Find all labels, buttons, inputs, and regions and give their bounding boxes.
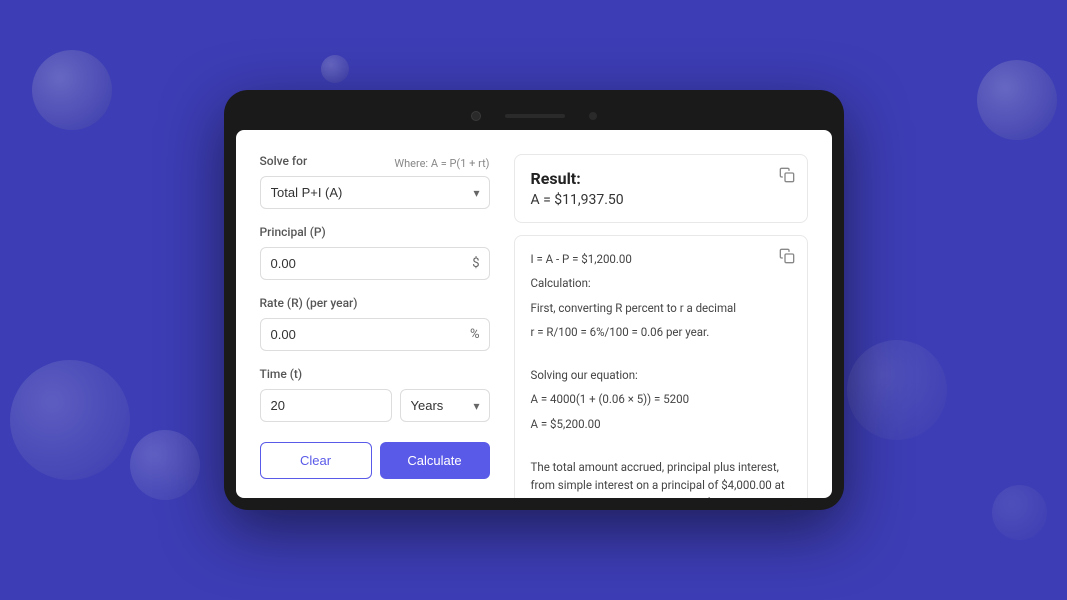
tablet-camera xyxy=(471,111,481,121)
detail-line-3: First, converting R percent to r a decim… xyxy=(531,299,791,317)
rate-label: Rate (R) (per year) xyxy=(260,296,490,310)
tablet-top-bar xyxy=(236,102,832,130)
bg-circle-3 xyxy=(977,60,1057,140)
bg-circle-5 xyxy=(130,430,200,500)
bg-circle-2 xyxy=(321,55,349,83)
left-panel: Solve for Where: A = P(1 + rt) Total P+I… xyxy=(260,154,490,474)
bg-circle-4 xyxy=(10,360,130,480)
detail-line-8: A = $5,200.00 xyxy=(531,415,791,433)
tablet-speaker xyxy=(505,114,565,118)
detail-line-2: Calculation: xyxy=(531,274,791,292)
right-panel: Result: A = $11,937.50 xyxy=(514,154,808,474)
detail-line-4: r = R/100 = 6%/100 = 0.06 per year. xyxy=(531,323,791,341)
result-card: Result: A = $11,937.50 xyxy=(514,154,808,223)
clear-button[interactable]: Clear xyxy=(260,442,372,479)
time-input[interactable] xyxy=(260,389,392,422)
rate-input-wrapper: % xyxy=(260,318,490,351)
result-title: Result: xyxy=(531,169,791,188)
result-value: A = $11,937.50 xyxy=(531,192,791,208)
detail-copy-icon[interactable] xyxy=(777,246,797,266)
bg-circle-6 xyxy=(847,340,947,440)
time-input-row: Years Months ▾ xyxy=(260,389,490,422)
detail-line-10: The total amount accrued, principal plus… xyxy=(531,458,791,498)
detail-line-7: A = 4000(1 + (0.06 × 5)) = 5200 xyxy=(531,390,791,408)
bg-circle-7 xyxy=(992,485,1047,540)
tablet-mic xyxy=(589,112,597,120)
rate-input[interactable] xyxy=(260,318,490,351)
time-label: Time (t) xyxy=(260,367,490,381)
principal-input[interactable] xyxy=(260,247,490,280)
tablet-screen: Solve for Where: A = P(1 + rt) Total P+I… xyxy=(236,130,832,498)
formula-hint: Where: A = P(1 + rt) xyxy=(394,157,489,170)
tablet-frame: Solve for Where: A = P(1 + rt) Total P+I… xyxy=(224,90,844,510)
detail-card: I = A - P = $1,200.00 Calculation: First… xyxy=(514,235,808,498)
principal-group: Principal (P) $ xyxy=(260,225,490,280)
solve-for-select-wrapper: Total P+I (A) Principal (P) Rate (R) Tim… xyxy=(260,176,490,209)
button-row: Clear Calculate xyxy=(260,442,490,479)
detail-line-6: Solving our equation: xyxy=(531,366,791,384)
principal-input-wrapper: $ xyxy=(260,247,490,280)
result-copy-icon[interactable] xyxy=(777,165,797,185)
bg-circle-1 xyxy=(32,50,112,130)
solve-for-select[interactable]: Total P+I (A) Principal (P) Rate (R) Tim… xyxy=(260,176,490,209)
time-unit-select[interactable]: Years Months xyxy=(400,389,490,422)
calculate-button[interactable]: Calculate xyxy=(380,442,490,479)
time-group: Time (t) Years Months ▾ xyxy=(260,367,490,422)
app-content: Solve for Where: A = P(1 + rt) Total P+I… xyxy=(236,130,832,498)
principal-label: Principal (P) xyxy=(260,225,490,239)
detail-line-1: I = A - P = $1,200.00 xyxy=(531,250,791,268)
solve-for-label: Solve for xyxy=(260,154,308,168)
solve-for-group: Solve for Where: A = P(1 + rt) Total P+I… xyxy=(260,154,490,209)
time-unit-select-wrapper: Years Months ▾ xyxy=(400,389,490,422)
rate-group: Rate (R) (per year) % xyxy=(260,296,490,351)
